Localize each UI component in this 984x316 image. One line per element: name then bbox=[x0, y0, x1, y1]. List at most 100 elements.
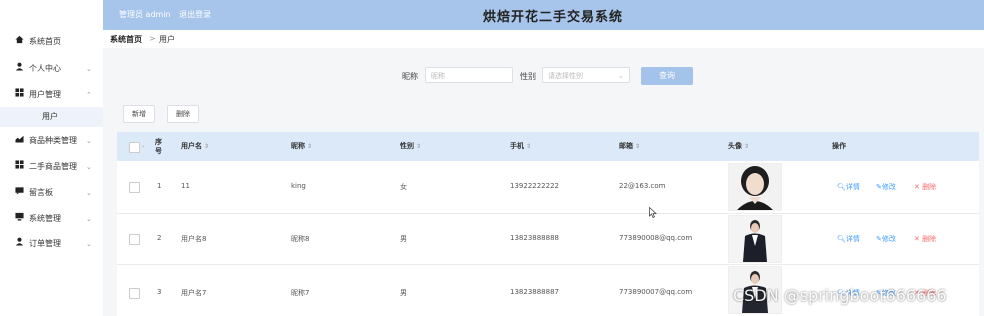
chevron-down-icon: ⌄ bbox=[86, 163, 92, 171]
breadcrumb: 系统首页 > 用户 bbox=[103, 30, 984, 49]
grid-icon bbox=[14, 154, 24, 180]
logout-link[interactable]: 退出登录 bbox=[179, 10, 211, 19]
query-button[interactable]: 查询 bbox=[641, 67, 693, 85]
edit-label: 修改 bbox=[881, 183, 896, 191]
cell-phone: 13922222222 bbox=[510, 182, 559, 190]
sidebar: 系统首页 个人中心 ⌄ 用户管理 ⌃ 用户 商品种类管理 ⌄ 二手商品管理 ⌄ bbox=[0, 0, 104, 316]
sort-icon: ⇕ bbox=[744, 143, 750, 150]
sidebar-item-label: 个人中心 bbox=[29, 64, 61, 73]
edit-label: 修改 bbox=[881, 235, 896, 243]
sidebar-subitem-users[interactable]: 用户 bbox=[0, 107, 103, 127]
cell-email: 773890007@qq.com bbox=[619, 288, 693, 296]
cell-email: 22@163.com bbox=[619, 182, 666, 190]
avatar[interactable] bbox=[728, 163, 782, 211]
cell-nickname: 昵称7 bbox=[291, 289, 310, 297]
cell-gender: 男 bbox=[400, 289, 407, 297]
table-row: 1 11 king 女 13922222222 22@163.com 🔍︎详情 … bbox=[117, 161, 979, 214]
page-title: 烘焙开花二手交易系统 bbox=[483, 10, 624, 25]
message-icon bbox=[14, 180, 24, 206]
column-header-nickname[interactable]: 昵称 ⇕ bbox=[291, 132, 312, 161]
sidebar-item-label: 二手商品管理 bbox=[29, 162, 77, 171]
cell-gender: 女 bbox=[400, 183, 407, 191]
sidebar-item-personal-center[interactable]: 个人中心 ⌄ bbox=[0, 56, 103, 82]
cell-nickname: 昵称8 bbox=[291, 235, 310, 243]
mouse-cursor-icon bbox=[649, 207, 657, 218]
column-header-operations: 操作 bbox=[832, 142, 846, 150]
avatar-photo bbox=[729, 164, 781, 210]
breadcrumb-separator: > bbox=[149, 34, 156, 43]
column-header-avatar[interactable]: 头像 ⇕ bbox=[728, 132, 749, 161]
sidebar-item-message-board[interactable]: 留言板 ⌄ bbox=[0, 180, 103, 206]
column-header-email[interactable]: 邮箱 ⇕ bbox=[619, 132, 640, 161]
detail-button[interactable]: 🔍︎详情 bbox=[837, 182, 860, 192]
sidebar-item-label: 用户管理 bbox=[29, 90, 61, 99]
delete-row-button[interactable]: ✕ 删除 bbox=[914, 182, 936, 192]
delete-label: 删除 bbox=[922, 183, 937, 191]
add-button[interactable]: 新增 bbox=[123, 105, 155, 123]
cell-username: 11 bbox=[181, 182, 190, 190]
avatar-photo bbox=[729, 216, 781, 262]
nickname-label: 昵称 bbox=[402, 72, 418, 81]
sort-icon: ⇕ bbox=[526, 143, 532, 150]
row-checkbox[interactable] bbox=[129, 234, 140, 245]
cell-email: 773890008@qq.com bbox=[619, 234, 693, 242]
breadcrumb-current: 用户 bbox=[159, 35, 175, 44]
chevron-down-icon: ⌄ bbox=[86, 215, 92, 223]
detail-button[interactable]: 🔍︎详情 bbox=[837, 234, 860, 244]
edit-button[interactable]: ✎修改 bbox=[876, 234, 896, 244]
column-header-label: 性别 bbox=[400, 142, 414, 150]
column-header-username[interactable]: 用户名 ⇕ bbox=[181, 132, 209, 161]
detail-label: 详情 bbox=[845, 235, 860, 243]
nickname-input[interactable]: 昵称 bbox=[425, 67, 513, 83]
cell-no: 2 bbox=[157, 234, 162, 242]
header-user-info: 管理员 admin 退出登录 bbox=[119, 9, 217, 20]
row-checkbox[interactable] bbox=[129, 182, 140, 193]
breadcrumb-home[interactable]: 系统首页 bbox=[110, 34, 142, 45]
sidebar-item-category-management[interactable]: 商品种类管理 ⌄ bbox=[0, 128, 103, 154]
sidebar-item-label: 用户 bbox=[42, 112, 58, 121]
sidebar-item-order-management[interactable]: 订单管理 ⌄ bbox=[0, 231, 103, 257]
column-header-label: 头像 bbox=[728, 142, 742, 150]
monitor-icon bbox=[14, 206, 24, 232]
row-checkbox[interactable] bbox=[129, 288, 140, 299]
column-header-label: 邮箱 bbox=[619, 142, 633, 150]
column-header-phone[interactable]: 手机 ⇕ bbox=[510, 132, 531, 161]
cell-username: 用户名7 bbox=[181, 289, 207, 297]
chevron-down-icon: ⌄ bbox=[618, 72, 624, 80]
avatar[interactable] bbox=[728, 215, 782, 263]
sidebar-item-label: 商品种类管理 bbox=[29, 136, 77, 145]
sidebar-item-system-management[interactable]: 系统管理 ⌄ bbox=[0, 206, 103, 232]
chevron-up-icon: ⌃ bbox=[86, 91, 92, 99]
select-all-checkbox[interactable] bbox=[129, 142, 140, 153]
delete-button[interactable]: 删除 bbox=[167, 105, 199, 123]
edit-button[interactable]: ✎修改 bbox=[876, 182, 896, 192]
column-header-label: 用户名 bbox=[181, 142, 202, 150]
gender-placeholder: 请选择性别 bbox=[548, 72, 583, 80]
detail-label: 详情 bbox=[845, 183, 860, 191]
table-header: ⌄ 序号 用户名 ⇕ 昵称 ⇕ 性别 ⇕ 手机 ⇕ 邮箱 ⇕ 头像 ⇕ 操作 bbox=[117, 132, 979, 161]
sidebar-item-label: 留言板 bbox=[29, 188, 53, 197]
gender-label: 性别 bbox=[520, 72, 536, 81]
sort-icon: ⇕ bbox=[635, 143, 641, 150]
cell-phone: 13823888887 bbox=[510, 288, 559, 296]
chevron-down-icon: ⌄ bbox=[141, 143, 146, 149]
sidebar-item-label: 订单管理 bbox=[29, 239, 61, 248]
cell-phone: 13823888888 bbox=[510, 234, 559, 242]
table-row: 2 用户名8 昵称8 男 13823888888 773890008@qq.co… bbox=[117, 214, 979, 265]
sort-icon: ⇕ bbox=[204, 143, 210, 150]
sidebar-item-home[interactable]: 系统首页 bbox=[0, 29, 103, 55]
column-header-label: 手机 bbox=[510, 142, 524, 150]
person-icon bbox=[14, 231, 24, 257]
column-header-gender[interactable]: 性别 ⇕ bbox=[400, 132, 421, 161]
cell-no: 1 bbox=[157, 182, 162, 190]
gender-select[interactable]: 请选择性别 ⌄ bbox=[542, 67, 630, 83]
sidebar-item-goods-management[interactable]: 二手商品管理 ⌄ bbox=[0, 154, 103, 180]
cell-no: 3 bbox=[157, 288, 162, 296]
sidebar-item-label: 系统管理 bbox=[29, 214, 61, 223]
delete-row-button[interactable]: ✕ 删除 bbox=[914, 234, 936, 244]
chevron-down-icon: ⌄ bbox=[86, 189, 92, 197]
chevron-down-icon: ⌄ bbox=[86, 65, 92, 73]
watermark: CSDN @springboot666666 bbox=[733, 286, 947, 305]
sidebar-item-user-management[interactable]: 用户管理 ⌃ bbox=[0, 82, 103, 108]
delete-label: 删除 bbox=[922, 235, 937, 243]
